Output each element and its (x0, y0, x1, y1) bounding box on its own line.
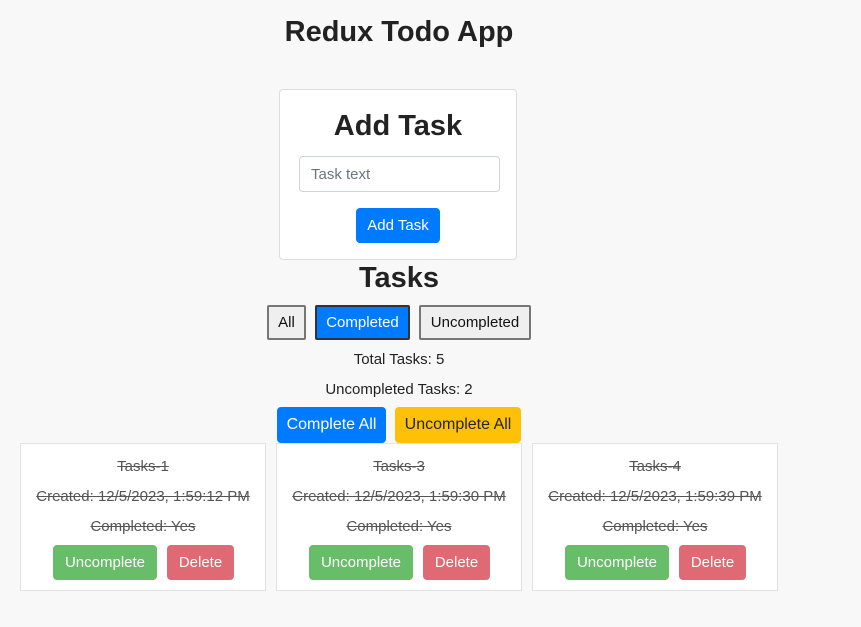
uncomplete-task-button[interactable]: Uncomplete (565, 545, 669, 580)
task-card: Tasks-1 Created: 12/5/2023, 1:59:12 PM C… (20, 443, 266, 591)
task-completed-status: Completed: Yes (346, 518, 452, 535)
filter-completed-button[interactable]: Completed (315, 305, 410, 340)
delete-task-button[interactable]: Delete (679, 545, 746, 580)
uncomplete-all-button[interactable]: Uncomplete All (395, 407, 521, 443)
complete-all-button[interactable]: Complete All (277, 407, 386, 443)
task-created-date: Created: 12/5/2023, 1:59:12 PM (36, 488, 250, 505)
add-task-card: Add Task Add Task (279, 89, 517, 260)
task-created-date: Created: 12/5/2023, 1:59:39 PM (548, 488, 762, 505)
task-card: Tasks-3 Created: 12/5/2023, 1:59:30 PM C… (276, 443, 522, 591)
uncompleted-tasks-count: Uncompleted Tasks: 2 (325, 381, 473, 398)
tasks-heading: Tasks (358, 262, 440, 294)
delete-task-button[interactable]: Delete (423, 545, 490, 580)
task-title: Tasks-4 (629, 458, 681, 475)
app-title: Redux Todo App (284, 16, 514, 48)
task-created-date: Created: 12/5/2023, 1:59:30 PM (292, 488, 506, 505)
uncomplete-task-button[interactable]: Uncomplete (53, 545, 157, 580)
filter-uncompleted-button[interactable]: Uncompleted (419, 305, 531, 340)
task-completed-status: Completed: Yes (602, 518, 708, 535)
uncomplete-task-button[interactable]: Uncomplete (309, 545, 413, 580)
task-card: Tasks-4 Created: 12/5/2023, 1:59:39 PM C… (532, 443, 778, 591)
task-text-input[interactable] (299, 156, 500, 192)
task-title: Tasks-3 (373, 458, 425, 475)
filter-all-button[interactable]: All (267, 305, 306, 340)
add-task-button[interactable]: Add Task (356, 208, 440, 243)
task-title: Tasks-1 (117, 458, 169, 475)
total-tasks-count: Total Tasks: 5 (353, 351, 445, 368)
delete-task-button[interactable]: Delete (167, 545, 234, 580)
task-completed-status: Completed: Yes (90, 518, 196, 535)
add-task-heading: Add Task (333, 110, 463, 142)
